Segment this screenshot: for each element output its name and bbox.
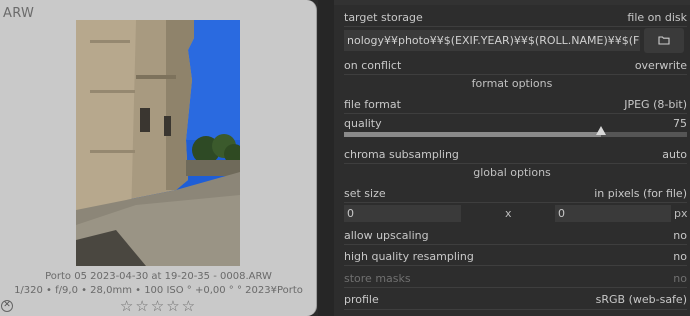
set-size-row[interactable]: set size in pixels (for file) bbox=[344, 184, 687, 202]
thumbnail-card[interactable]: ARW Porto 05 2023-04-30 at 19-20-35 - 00… bbox=[0, 0, 317, 316]
browse-folder-button[interactable] bbox=[644, 28, 684, 53]
on-conflict-value[interactable]: overwrite bbox=[635, 59, 687, 72]
set-size-value[interactable]: in pixels (for file) bbox=[594, 187, 687, 200]
chroma-value[interactable]: auto bbox=[662, 148, 687, 161]
row-separator bbox=[344, 113, 687, 114]
profile-label: profile bbox=[344, 293, 379, 306]
quality-slider[interactable] bbox=[344, 126, 687, 137]
height-input[interactable]: 0 bbox=[555, 205, 671, 222]
high-quality-label: high quality resampling bbox=[344, 250, 474, 263]
star-rating[interactable]: ☆☆☆☆☆ bbox=[0, 297, 317, 315]
row-separator bbox=[344, 26, 687, 27]
allow-upscaling-row[interactable]: allow upscaling no bbox=[344, 226, 687, 244]
file-format-value[interactable]: JPEG (8-bit) bbox=[624, 98, 687, 111]
thumbnail-image[interactable] bbox=[76, 20, 240, 266]
export-path-input[interactable]: nology¥¥photo¥¥$(EXIF.YEAR)¥¥$(ROLL.NAME… bbox=[344, 30, 640, 51]
profile-row[interactable]: profile sRGB (web-safe) bbox=[344, 290, 687, 308]
quality-value: 75 bbox=[673, 117, 687, 130]
profile-value[interactable]: sRGB (web-safe) bbox=[596, 293, 687, 306]
size-times-sign: x bbox=[505, 207, 512, 220]
on-conflict-row[interactable]: on conflict overwrite bbox=[344, 56, 687, 74]
chroma-label: chroma subsampling bbox=[344, 148, 459, 161]
width-input[interactable]: 0 bbox=[344, 205, 461, 222]
photo-illustration bbox=[76, 20, 240, 266]
folder-icon bbox=[658, 36, 670, 45]
row-separator bbox=[344, 287, 687, 288]
panel-divider bbox=[318, 0, 334, 316]
target-storage-label: target storage bbox=[344, 11, 423, 24]
store-masks-value: no bbox=[673, 272, 687, 285]
quality-slider-thumb[interactable] bbox=[596, 126, 606, 135]
row-separator bbox=[344, 74, 687, 75]
row-separator bbox=[344, 244, 687, 245]
global-options-title: global options bbox=[473, 166, 551, 179]
quality-slider-fill bbox=[344, 132, 601, 137]
store-masks-row: store masks no bbox=[344, 269, 687, 287]
chroma-row[interactable]: chroma subsampling auto bbox=[344, 145, 687, 163]
row-separator bbox=[344, 265, 687, 266]
target-storage-row[interactable]: target storage file on disk bbox=[344, 8, 687, 26]
reject-icon[interactable]: ✕ bbox=[1, 300, 13, 312]
target-storage-value[interactable]: file on disk bbox=[627, 11, 687, 24]
row-separator bbox=[344, 163, 687, 164]
thumbnail-filename: Porto 05 2023-04-30 at 19-20-35 - 0008.A… bbox=[45, 271, 272, 282]
export-panel: target storage file on disk nology¥¥phot… bbox=[334, 0, 690, 316]
thumbnail-exif: 1/320 • f/9,0 • 28,0mm • 100 ISO ° +0,00… bbox=[14, 285, 303, 296]
darktable-window: ARW Porto 05 2023-04-30 at 19-20-35 - 00… bbox=[0, 0, 690, 316]
row-separator bbox=[344, 309, 687, 310]
file-format-row[interactable]: file format JPEG (8-bit) bbox=[344, 95, 687, 113]
quality-label: quality bbox=[344, 117, 382, 130]
store-masks-label: store masks bbox=[344, 272, 411, 285]
high-quality-row[interactable]: high quality resampling no bbox=[344, 247, 687, 265]
allow-upscaling-value[interactable]: no bbox=[673, 229, 687, 242]
size-unit: px bbox=[674, 207, 688, 220]
on-conflict-label: on conflict bbox=[344, 59, 402, 72]
thumbnail-extension: ARW bbox=[3, 6, 35, 21]
panel-top-strip bbox=[334, 0, 690, 5]
format-options-title: format options bbox=[471, 77, 553, 90]
set-size-label: set size bbox=[344, 187, 386, 200]
allow-upscaling-label: allow upscaling bbox=[344, 229, 429, 242]
row-separator bbox=[344, 202, 687, 203]
file-format-label: file format bbox=[344, 98, 401, 111]
high-quality-value[interactable]: no bbox=[673, 250, 687, 263]
quality-row[interactable]: quality 75 bbox=[344, 114, 687, 132]
